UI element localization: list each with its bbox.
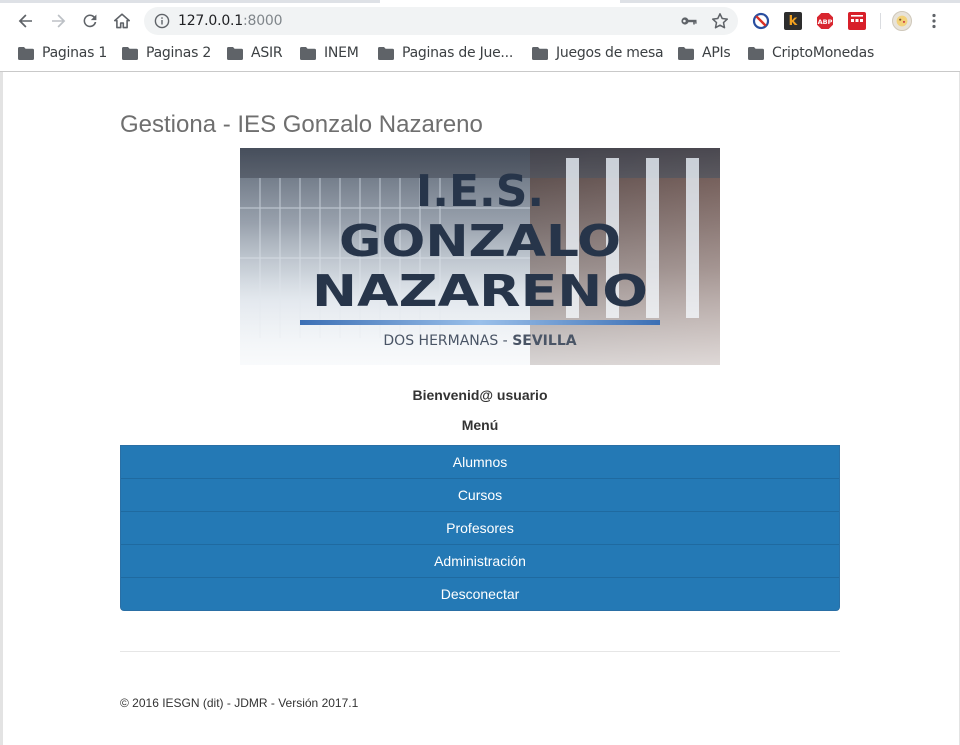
reload-button[interactable] — [76, 8, 104, 34]
bookmark-criptomonedas[interactable]: CriptoMonedas — [748, 43, 874, 63]
bookmark-label: INEM — [324, 45, 359, 61]
menu-item-administracion[interactable]: Administración — [121, 545, 839, 578]
bookmark-label: Paginas 1 — [42, 45, 108, 61]
arrow-left-icon — [18, 14, 32, 28]
bookmark-paginas-2[interactable]: Paginas 2 — [122, 43, 211, 63]
banner-line-3: NAZARENO — [312, 266, 648, 317]
folder-icon — [748, 46, 764, 60]
menu-item-profesores[interactable]: Profesores — [121, 512, 839, 545]
key-icon[interactable] — [680, 13, 698, 29]
bookmark-paginas-de-juegos[interactable]: Paginas de Jue... — [378, 43, 513, 63]
banner-subtitle-city: DOS HERMANAS - — [383, 333, 512, 349]
extension-red-icon[interactable] — [848, 12, 866, 30]
folder-icon — [18, 46, 34, 60]
url-text[interactable]: 127.0.0.1:8000 — [178, 13, 283, 29]
bookmark-label: Paginas 2 — [146, 45, 212, 61]
browser-chrome: 127.0.0.1:8000 k ABP Paginas 1 Paginas 2… — [0, 0, 960, 72]
toolbar-separator — [880, 13, 881, 29]
bookmark-asir[interactable]: ASIR — [227, 43, 283, 63]
school-banner-image: I.E.S. GONZALO NAZARENO DOS HERMANAS - S… — [240, 148, 720, 365]
footer-divider — [120, 651, 840, 652]
chrome-menu-icon[interactable] — [926, 12, 942, 30]
bookmark-label: ASIR — [251, 45, 283, 61]
arrow-right-icon — [52, 14, 66, 28]
bookmark-label: CriptoMonedas — [772, 45, 875, 61]
forward-button[interactable] — [44, 8, 72, 34]
folder-icon — [678, 46, 694, 60]
info-icon[interactable] — [154, 13, 170, 29]
bookmark-paginas-1[interactable]: Paginas 1 — [18, 43, 107, 63]
address-bar[interactable]: 127.0.0.1:8000 — [144, 7, 738, 35]
menu-item-desconectar[interactable]: Desconectar — [121, 578, 839, 610]
menu-heading: Menú — [461, 417, 499, 433]
extension-k-label: k — [788, 13, 798, 29]
extension-block-icon[interactable] — [752, 12, 770, 30]
reload-icon — [83, 14, 97, 28]
extension-k-icon[interactable]: k — [784, 12, 802, 30]
welcome-message: Bienvenid@ usuario — [412, 387, 548, 403]
browser-toolbar: 127.0.0.1:8000 k ABP — [0, 3, 960, 39]
bookmark-juegos-de-mesa[interactable]: Juegos de mesa — [532, 43, 664, 63]
bookmark-label: APIs — [702, 45, 731, 61]
url-port: :8000 — [243, 13, 283, 29]
folder-icon — [227, 46, 243, 60]
folder-icon — [300, 46, 316, 60]
url-host: 127.0.0.1 — [178, 13, 243, 29]
star-icon[interactable] — [711, 12, 729, 30]
adblock-plus-icon[interactable]: ABP — [816, 12, 834, 30]
banner-subtitle-province: SEVILLA — [512, 333, 577, 349]
folder-icon — [532, 46, 548, 60]
folder-icon — [122, 46, 138, 60]
banner-line-2: GONZALO — [339, 216, 621, 267]
bookmark-apis[interactable]: APIs — [678, 43, 731, 63]
home-icon — [114, 13, 130, 29]
bookmark-label: Paginas de Jue... — [402, 45, 514, 61]
main-menu: Alumnos Cursos Profesores Administración… — [120, 445, 840, 611]
bookmark-inem[interactable]: INEM — [300, 43, 359, 63]
back-button[interactable] — [12, 8, 40, 34]
banner-line-1: I.E.S. — [416, 166, 544, 217]
menu-item-cursos[interactable]: Cursos — [121, 479, 839, 512]
folder-icon — [378, 46, 394, 60]
page-title: Gestiona - IES Gonzalo Nazareno — [120, 111, 483, 138]
home-button[interactable] — [108, 8, 136, 34]
bookmark-label: Juegos de mesa — [556, 45, 664, 61]
banner-subtitle: DOS HERMANAS - SEVILLA — [383, 333, 576, 349]
bookmarks-bar: Paginas 1 Paginas 2 ASIR INEM Paginas de… — [0, 40, 960, 66]
adblock-plus-label: ABP — [818, 18, 833, 26]
footer-text: © 2016 IESGN (dit) - JDMR - Versión 2017… — [120, 696, 359, 710]
menu-item-alumnos[interactable]: Alumnos — [121, 446, 839, 479]
profile-avatar-icon[interactable] — [892, 11, 912, 31]
